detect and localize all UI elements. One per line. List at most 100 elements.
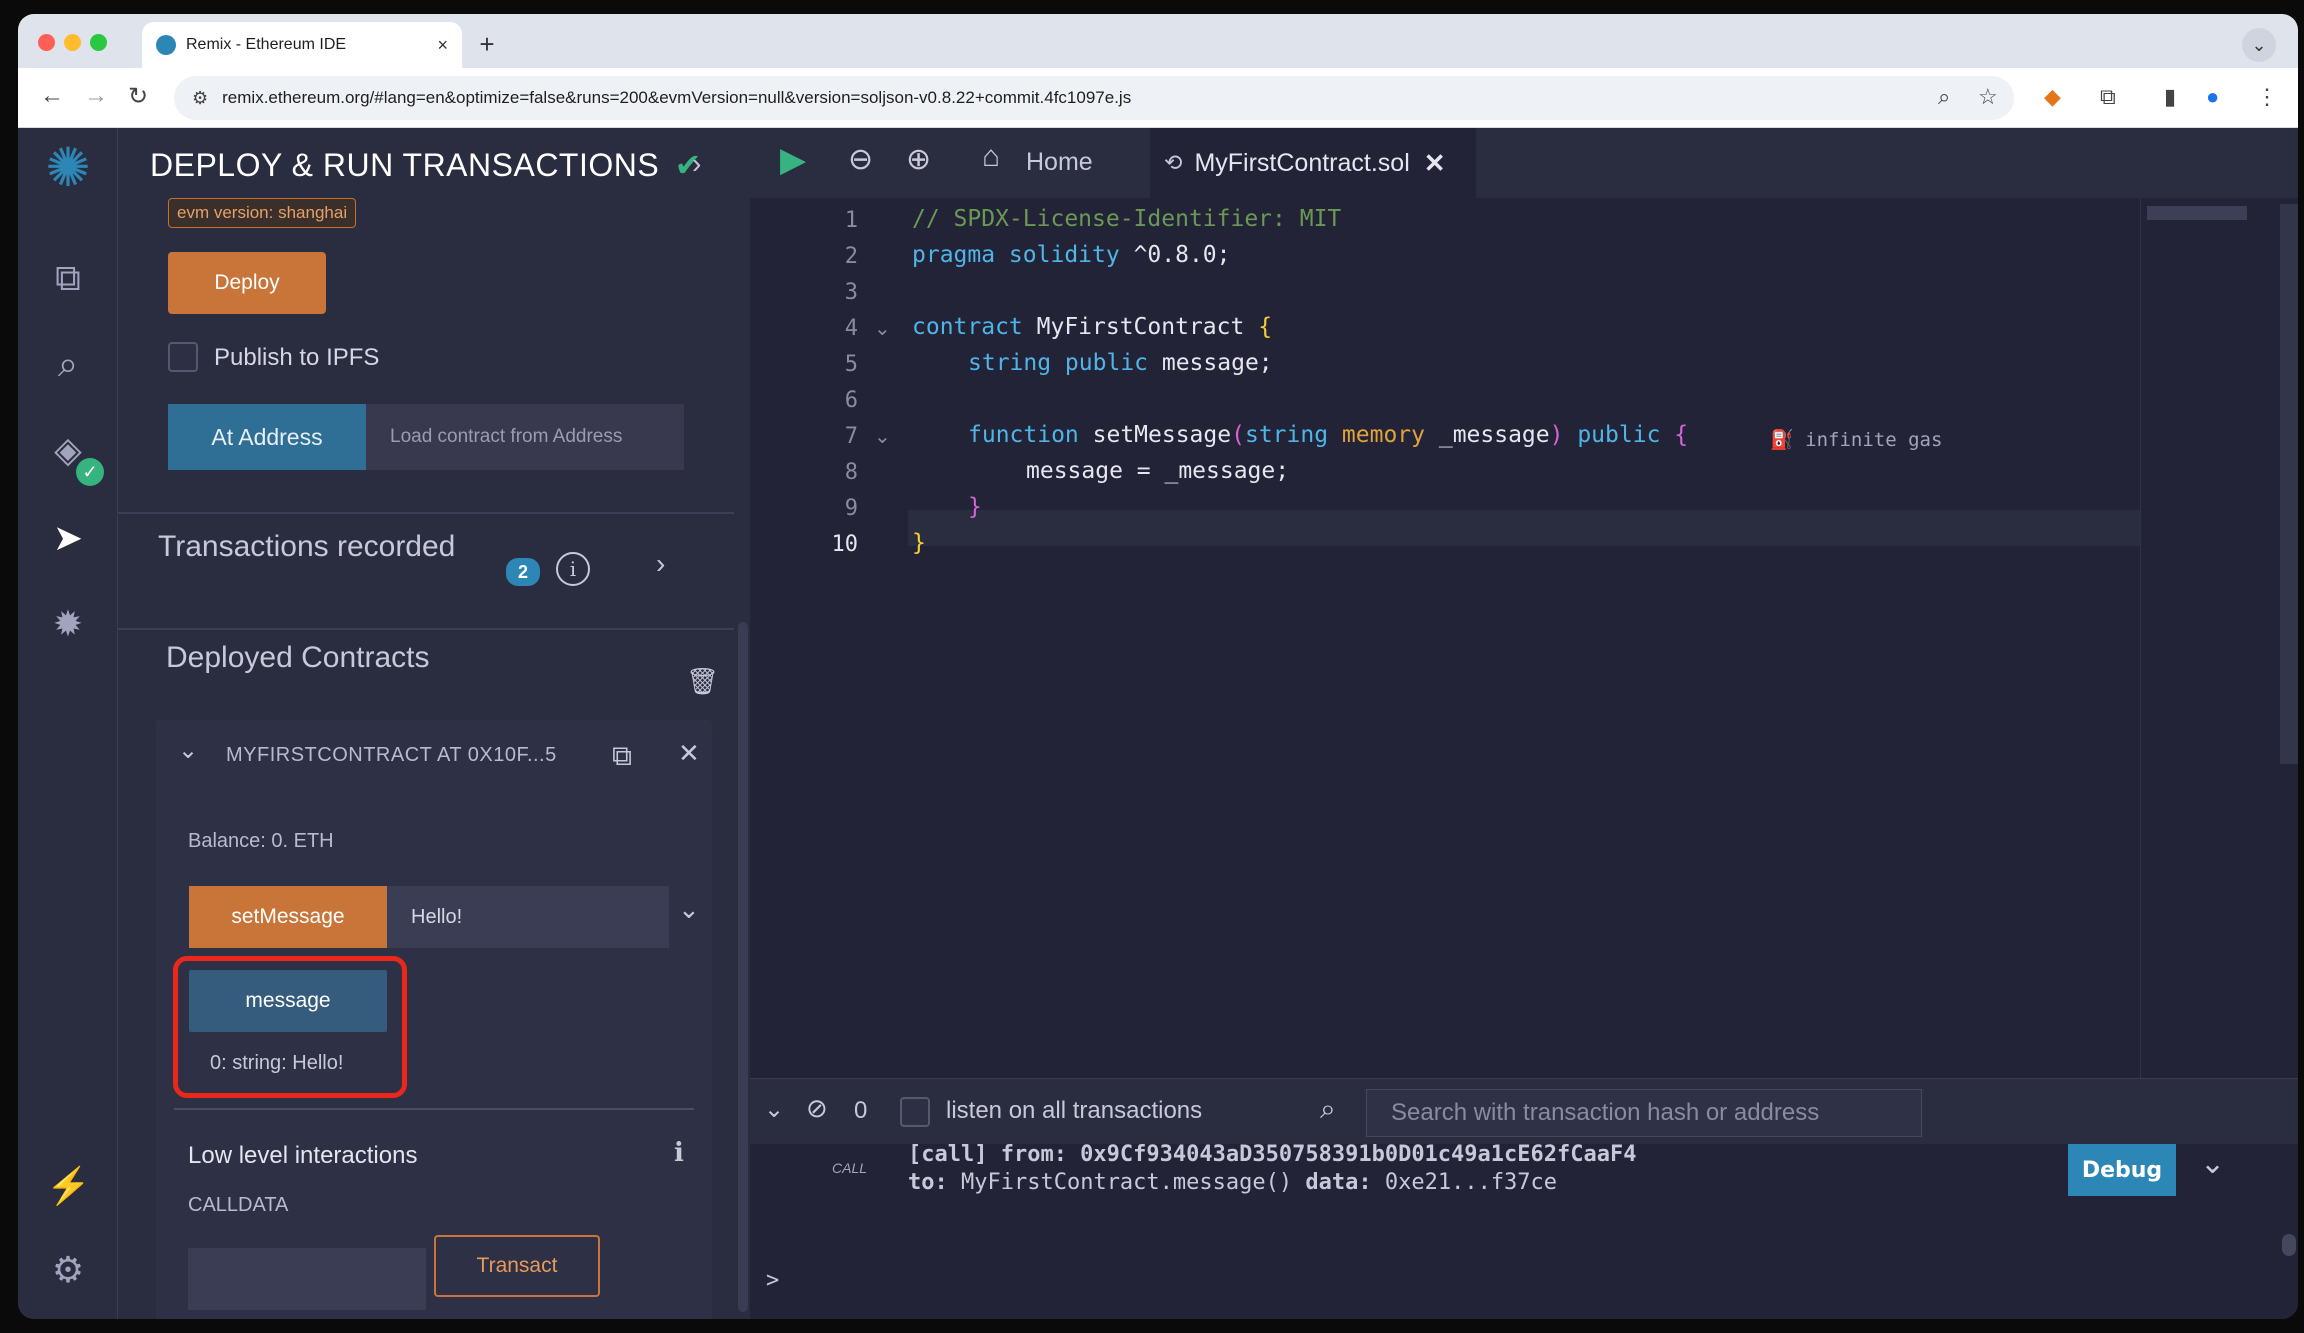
- code-minimap[interactable]: [2140, 198, 2298, 1078]
- set-message-button[interactable]: setMessage: [189, 886, 387, 948]
- publish-ipfs-checkbox[interactable]: [168, 342, 198, 372]
- remove-instance-close-icon[interactable]: ✕: [678, 738, 700, 769]
- line-number: 7: [844, 424, 858, 449]
- code-line-2: pragma solidity ^0.8.0;: [912, 242, 1231, 268]
- fold-chevron-down-icon[interactable]: ⌄: [874, 424, 891, 449]
- zoom-out-icon[interactable]: ⊖: [848, 142, 873, 177]
- tab-strip: Remix - Ethereum IDE × + ⌄: [18, 14, 2298, 68]
- plugin-manager-icon[interactable]: ⚡: [46, 1164, 91, 1208]
- metamask-extension-icon[interactable]: ◆: [2044, 84, 2061, 110]
- tab-search-chevron-icon[interactable]: ⌄: [2242, 28, 2276, 62]
- code-line-4: contract MyFirstContract {: [912, 314, 1273, 340]
- transactions-count-badge: 2: [506, 558, 540, 586]
- calldata-input[interactable]: [188, 1248, 426, 1310]
- line-number: 9: [844, 496, 858, 521]
- line-number: 5: [844, 352, 858, 377]
- code-editor[interactable]: 1 2 3 4 5 6 7 8 9 10 ⌄ ⌄ // SPDX-License…: [750, 198, 2140, 1078]
- settings-gear-icon[interactable]: ⚙: [46, 1248, 90, 1292]
- calldata-label: CALLDATA: [188, 1194, 289, 1216]
- terminal-scrollbar[interactable]: [2282, 1234, 2296, 1256]
- terminal-search-input[interactable]: Search with transaction hash or address: [1366, 1089, 1922, 1137]
- expand-params-chevron-down-icon[interactable]: ⌄: [678, 894, 700, 925]
- terminal-toolbar: ⌄ ⊘ 0 listen on all transactions ⌕ Searc…: [750, 1078, 2298, 1144]
- gas-estimate-hint: ⛽ infinite gas: [1770, 429, 1943, 451]
- trash-icon[interactable]: 🗑: [686, 666, 719, 697]
- code-line-7: function setMessage(string memory _messa…: [968, 422, 1689, 448]
- profile-avatar-icon[interactable]: ●: [2206, 84, 2219, 110]
- reload-icon[interactable]: ↻: [128, 82, 148, 111]
- transact-button[interactable]: Transact: [434, 1235, 600, 1297]
- set-message-input[interactable]: [387, 886, 669, 948]
- line-number: 1: [844, 208, 858, 233]
- search-icon[interactable]: ⌕: [46, 342, 90, 386]
- contract-instance-name[interactable]: MYFIRSTCONTRACT AT 0X10F...5: [226, 744, 557, 767]
- expand-log-chevron-icon[interactable]: ⌄: [2200, 1146, 2225, 1181]
- code-line-10: }: [912, 530, 926, 556]
- panel-chevron-right-icon[interactable]: ›: [692, 148, 701, 180]
- red-highlight-box: [173, 956, 407, 1098]
- low-level-interactions-title: Low level interactions: [188, 1142, 418, 1169]
- load-address-input[interactable]: Load contract from Address: [366, 404, 684, 470]
- site-settings-icon[interactable]: ⚙: [192, 88, 208, 109]
- listen-all-checkbox[interactable]: [900, 1097, 930, 1127]
- tab-home[interactable]: Home: [1026, 148, 1093, 177]
- divider: [118, 512, 734, 514]
- transactions-chevron-right-icon[interactable]: ›: [656, 548, 665, 580]
- clear-console-icon[interactable]: ⊘: [806, 1093, 828, 1124]
- zoom-in-icon[interactable]: ⊕: [906, 142, 931, 177]
- tab-close-icon[interactable]: ×: [437, 35, 448, 56]
- gas-pump-icon: ⛽: [1770, 429, 1794, 451]
- info-icon[interactable]: i: [556, 552, 590, 586]
- zoom-icon[interactable]: ⌕: [1938, 84, 1950, 110]
- publish-ipfs-label: Publish to IPFS: [214, 344, 380, 371]
- file-sync-icon: ⟲: [1164, 150, 1183, 175]
- file-explorer-icon[interactable]: ⧉: [46, 256, 90, 300]
- code-line-5: string public message;: [968, 350, 1273, 376]
- log-from-line: [call] from: 0x9Cf934043aD350758391b0D01…: [908, 1142, 1637, 1167]
- bookmark-star-icon[interactable]: ☆: [1978, 84, 1998, 110]
- back-arrow-icon[interactable]: ←: [40, 82, 64, 110]
- collapse-chevron-down-icon[interactable]: ⌄: [178, 736, 198, 765]
- terminal-prompt[interactable]: >: [766, 1268, 779, 1293]
- evm-version-badge: evm version: shanghai: [168, 198, 357, 228]
- tab-myfirstcontract[interactable]: ⟲ MyFirstContract.sol ✕: [1150, 128, 1476, 198]
- copy-address-icon[interactable]: ⧉: [612, 740, 632, 773]
- panel-title: DEPLOY & RUN TRANSACTIONS ✔: [150, 147, 702, 183]
- debug-button[interactable]: Debug: [2068, 1144, 2176, 1196]
- file-tab-label: MyFirstContract.sol: [1194, 148, 1410, 177]
- remix-app: ✺ ⧉ ⌕ ◈ ✓ ➤ ✹ ⚡ ⚙ DEPLOY & RUN TRANSACTI…: [18, 128, 2298, 1319]
- transactions-recorded-label[interactable]: Transactions recorded: [158, 530, 455, 564]
- deploy-run-icon[interactable]: ➤: [46, 516, 90, 560]
- address-bar[interactable]: ⚙ remix.ethereum.org/#lang=en&optimize=f…: [174, 76, 2014, 120]
- browser-tab[interactable]: Remix - Ethereum IDE ×: [142, 22, 462, 68]
- side-panel-icon[interactable]: ▮: [2164, 84, 2176, 110]
- debugger-bug-icon[interactable]: ✹: [46, 602, 90, 646]
- deployed-contract-instance: ⌄ MYFIRSTCONTRACT AT 0X10F...5 ⧉ ✕ Balan…: [156, 720, 712, 1319]
- maximize-window-button[interactable]: [90, 34, 107, 51]
- tab-title: Remix - Ethereum IDE: [186, 36, 347, 53]
- low-level-info-icon[interactable]: i: [674, 1138, 684, 1168]
- terminal-search-icon: ⌕: [1320, 1093, 1336, 1124]
- browser-menu-icon[interactable]: ⋮: [2256, 84, 2278, 110]
- deployed-contracts-title: Deployed Contracts: [166, 641, 430, 674]
- minimize-window-button[interactable]: [64, 34, 81, 51]
- compile-success-check-icon: ✓: [76, 458, 104, 486]
- editor-scrollbar[interactable]: [2280, 204, 2298, 764]
- forward-arrow-icon[interactable]: →: [84, 82, 108, 110]
- fold-chevron-down-icon[interactable]: ⌄: [874, 316, 891, 341]
- remix-logo-icon[interactable]: ✺: [38, 141, 98, 195]
- current-line-highlight: [908, 510, 2140, 546]
- contract-balance: Balance: 0. ETH: [188, 830, 334, 852]
- deploy-button[interactable]: Deploy: [168, 252, 326, 314]
- terminal-collapse-chevron-icon[interactable]: ⌄: [764, 1095, 784, 1124]
- at-address-button[interactable]: At Address: [168, 404, 366, 470]
- close-window-button[interactable]: [38, 34, 55, 51]
- run-script-play-icon[interactable]: ▶: [780, 140, 806, 180]
- line-number: 2: [844, 244, 858, 269]
- panel-scrollbar[interactable]: [738, 622, 748, 1312]
- extensions-puzzle-icon[interactable]: ⧉: [2100, 84, 2116, 110]
- new-tab-button[interactable]: +: [470, 28, 504, 62]
- close-file-tab-icon[interactable]: ✕: [1424, 148, 1446, 179]
- listen-all-label: listen on all transactions: [946, 1097, 1203, 1124]
- home-icon[interactable]: ⌂: [982, 140, 1000, 174]
